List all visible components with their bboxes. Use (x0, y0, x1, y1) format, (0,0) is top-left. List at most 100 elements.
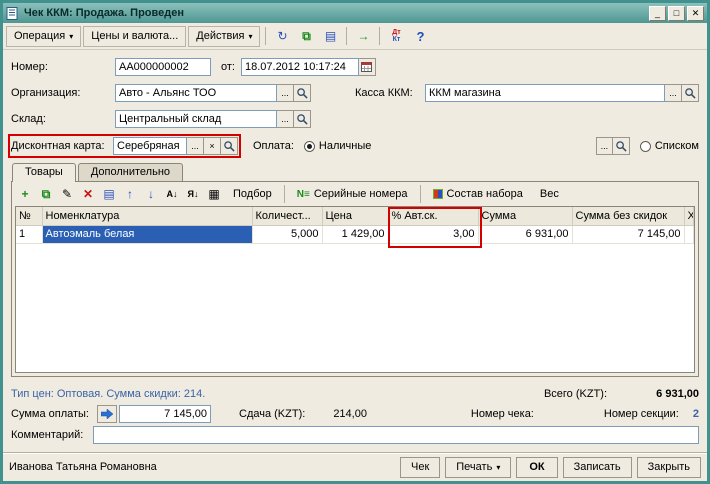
operation-menu-button[interactable]: Операция ▾ (6, 26, 81, 47)
total-value: 6 931,00 (607, 388, 699, 400)
warehouse-row: Склад: ... (11, 108, 699, 129)
close-form-button[interactable]: Закрыть (637, 457, 701, 478)
copy-row-icon[interactable]: ⧉ (36, 184, 56, 204)
check-number-label: Номер чека: (471, 408, 534, 420)
cell-discount[interactable]: 3,00 (388, 225, 478, 243)
col-discount[interactable]: % Авт.ск. (388, 207, 478, 225)
print-label: Печать (456, 461, 492, 473)
sort-asc-icon[interactable]: А↓ (162, 184, 182, 204)
ellipsis-icon[interactable]: ... (596, 137, 613, 155)
go-icon[interactable]: → (352, 26, 374, 47)
goods-table-area: № Номенклатура Количест... Цена % Авт.ск… (15, 206, 695, 373)
cell-qty[interactable]: 5,000 (252, 225, 322, 243)
goods-table: № Номенклатура Количест... Цена % Авт.ск… (16, 207, 694, 244)
podbor-button[interactable]: Подбор (225, 184, 280, 204)
ok-button[interactable]: ОК (516, 457, 557, 478)
price-type-row: Тип цен: Оптовая. Сумма скидки: 214. Все… (3, 385, 707, 403)
delete-row-icon[interactable]: ✕ (78, 184, 98, 204)
magnifier-icon[interactable] (682, 84, 699, 102)
magnifier-icon[interactable] (294, 84, 311, 102)
post-document-icon[interactable]: ↻ (271, 26, 293, 47)
chevron-down-icon: ▾ (496, 463, 500, 472)
table-row[interactable]: 1 Автоэмаль белая 5,000 1 429,00 3,00 6 … (16, 225, 694, 243)
ellipsis-icon[interactable]: ... (277, 84, 294, 102)
date-input[interactable] (241, 58, 359, 76)
magnifier-icon[interactable] (294, 110, 311, 128)
operation-label: Операция (14, 30, 65, 42)
magnifier-icon[interactable] (221, 137, 238, 155)
prices-currency-button[interactable]: Цены и валюта... (83, 26, 186, 47)
discount-card-highlight: Дисконтная карта: ... × (8, 134, 241, 158)
copies-icon[interactable]: ⧉ (295, 26, 317, 47)
toolbar-separator (265, 27, 266, 45)
save-button[interactable]: Записать (563, 457, 632, 478)
section-number-label: Номер секции: (604, 408, 679, 420)
organization-input[interactable] (115, 84, 277, 102)
grid-settings-icon[interactable]: ▦ (204, 184, 224, 204)
toolbar-separator (284, 185, 285, 203)
sort-desc-icon[interactable]: Я↓ (183, 184, 203, 204)
payment-cash-radio[interactable] (304, 141, 315, 152)
payment-sum-input[interactable] (119, 405, 211, 423)
grid-toolbar: + ⧉ ✎ ✕ ▤ ↑ ↓ А↓ Я↓ ▦ Подбор N≡ Серийные… (12, 182, 698, 206)
check-button[interactable]: Чек (400, 457, 440, 478)
cell-price[interactable]: 1 429,00 (322, 225, 388, 243)
payment-list-radio[interactable] (640, 141, 651, 152)
warehouse-label: Склад: (11, 113, 115, 125)
close-button[interactable]: ✕ (687, 6, 704, 21)
dtkt-icon[interactable]: Дт Кт (385, 26, 407, 47)
cell-char[interactable] (684, 225, 694, 243)
total-label: Всего (KZT): (544, 388, 607, 400)
kassa-input[interactable] (425, 84, 665, 102)
cell-sum-no-disc[interactable]: 7 145,00 (572, 225, 684, 243)
tab-additional[interactable]: Дополнительно (78, 163, 183, 181)
comment-label: Комментарий: (11, 429, 93, 441)
tab-goods[interactable]: Товары (12, 163, 76, 182)
add-row-icon[interactable]: + (15, 184, 35, 204)
price-type-info[interactable]: Тип цен: Оптовая. Сумма скидки: 214. (11, 388, 205, 400)
magnifier-icon[interactable] (613, 137, 630, 155)
rows-icon[interactable]: ▤ (99, 184, 119, 204)
payment-arrow-icon[interactable] (97, 405, 117, 423)
move-down-icon[interactable]: ↓ (141, 184, 161, 204)
dt-label: Дт (392, 29, 400, 36)
actions-menu-button[interactable]: Действия ▾ (188, 26, 260, 47)
clear-icon[interactable]: × (204, 137, 221, 155)
calendar-icon[interactable] (359, 58, 376, 76)
number-input[interactable] (115, 58, 211, 76)
ellipsis-icon[interactable]: ... (187, 137, 204, 155)
print-button[interactable]: Печать ▾ (445, 457, 511, 478)
discount-payment-row: Дисконтная карта: ... × Оплата: Наличные… (11, 134, 699, 158)
serial-numbers-label: Серийные номера (314, 188, 408, 200)
organization-row: Организация: ... Касса ККМ: ... (11, 82, 699, 103)
toolbar-separator (346, 27, 347, 45)
help-icon[interactable]: ? (409, 26, 431, 47)
move-up-icon[interactable]: ↑ (120, 184, 140, 204)
minimize-button[interactable]: _ (649, 6, 666, 21)
warehouse-input[interactable] (115, 110, 277, 128)
ellipsis-icon[interactable]: ... (665, 84, 682, 102)
col-qty[interactable]: Количест... (252, 207, 322, 225)
weight-button[interactable]: Вес (532, 184, 567, 204)
edit-row-icon[interactable]: ✎ (57, 184, 77, 204)
col-nomenclature[interactable]: Номенклатура (42, 207, 252, 225)
table-header-row: № Номенклатура Количест... Цена % Авт.ск… (16, 207, 694, 225)
comment-input[interactable] (93, 426, 699, 444)
cell-num[interactable]: 1 (16, 225, 42, 243)
col-price[interactable]: Цена (322, 207, 388, 225)
set-contents-button[interactable]: Состав набора (425, 184, 531, 204)
journal-icon[interactable]: ▤ (319, 26, 341, 47)
col-sum-no-disc[interactable]: Сумма без скидок (572, 207, 684, 225)
col-sum[interactable]: Сумма (478, 207, 572, 225)
responsible-user: Иванова Татьяна Романовна (9, 461, 157, 473)
cell-sum[interactable]: 6 931,00 (478, 225, 572, 243)
col-char[interactable]: Хар (684, 207, 694, 225)
discount-card-input[interactable] (113, 137, 187, 155)
col-num[interactable]: № (16, 207, 42, 225)
serial-numbers-button[interactable]: N≡ Серийные номера (289, 184, 416, 204)
organization-label: Организация: (11, 87, 115, 99)
maximize-button[interactable]: □ (668, 6, 685, 21)
ellipsis-icon[interactable]: ... (277, 110, 294, 128)
cell-nomenclature[interactable]: Автоэмаль белая (42, 225, 252, 243)
set-contents-label: Состав набора (447, 188, 523, 200)
